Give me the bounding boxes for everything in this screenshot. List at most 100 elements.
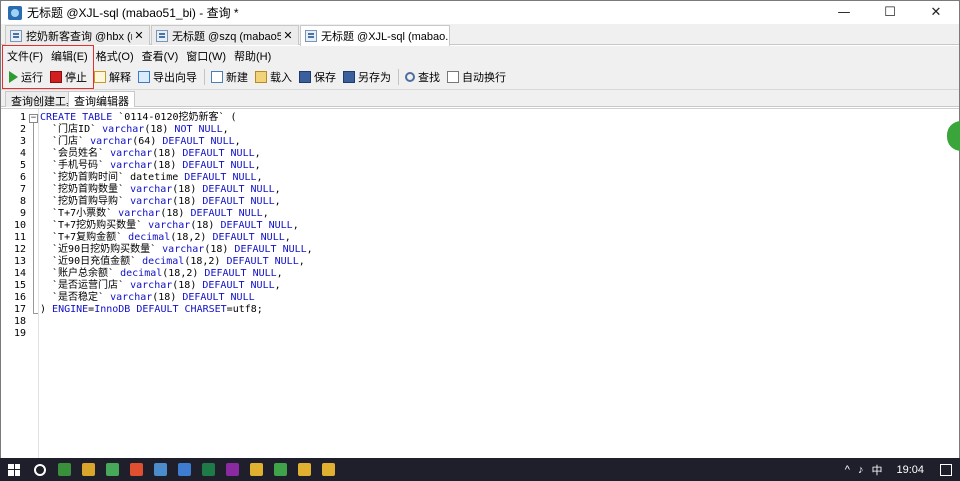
code-token: DEFAULT NULL: [220, 220, 293, 231]
tab-close-icon[interactable]: ✕: [281, 29, 295, 42]
maximize-button[interactable]: ☐: [867, 1, 913, 24]
code-token: `账户总余额`: [40, 268, 121, 279]
fold-toggle-icon[interactable]: −: [29, 114, 38, 123]
code-token: (18,2): [162, 268, 205, 279]
tab-query-szq[interactable]: 无标题 @szq (mabao51... ✕: [151, 25, 299, 45]
code-token: (64): [132, 136, 163, 147]
fold-guide: [33, 123, 34, 313]
code-line: `门店` varchar(64) DEFAULT NULL,: [40, 136, 241, 148]
line-number: 1: [19, 112, 26, 123]
code-line: `挖奶首购时间` datetime DEFAULT NULL,: [40, 172, 263, 184]
line-number: 8: [19, 196, 26, 207]
code-token: DEFAULT NULL: [202, 184, 275, 195]
ime-indicator[interactable]: 中: [871, 462, 882, 478]
line-number: 13: [13, 256, 26, 267]
code-token: DEFAULT CHARSET: [136, 304, 227, 315]
menu-window[interactable]: 窗口(W): [186, 48, 226, 64]
menu-view[interactable]: 查看(V): [142, 48, 179, 64]
tray-up-icon[interactable]: ^: [845, 464, 850, 476]
stop-button[interactable]: 停止: [50, 69, 87, 85]
menu-edit[interactable]: 编辑(E): [51, 48, 88, 64]
taskbar-app-icon[interactable]: [76, 458, 100, 481]
start-button[interactable]: [0, 458, 28, 481]
word-wrap-button[interactable]: 自动换行: [447, 69, 506, 85]
cortana-icon[interactable]: [28, 458, 52, 481]
code-token: `挖奶首购时间`: [40, 172, 131, 183]
find-button[interactable]: 查找: [405, 69, 440, 85]
code-token: ,: [254, 148, 261, 159]
code-token: DEFAULT NULL: [182, 292, 255, 303]
code-token: DEFAULT NULL: [212, 232, 285, 243]
taskbar-app-icon[interactable]: [52, 458, 76, 481]
code-token: `T+7复购金额`: [40, 232, 129, 243]
clock[interactable]: 19:04: [896, 464, 924, 476]
taskbar-app-icon[interactable]: [172, 458, 196, 481]
new-button[interactable]: 新建: [211, 69, 248, 85]
search-icon: [405, 72, 415, 82]
line-number: 12: [13, 244, 26, 255]
tab-query-hbx[interactable]: 挖奶新客查询 @hbx (m... ✕: [5, 25, 150, 45]
code-token: ,: [234, 136, 241, 147]
code-token: (18): [152, 292, 183, 303]
code-token: varchar: [110, 292, 153, 303]
code-token: varchar: [110, 160, 153, 171]
stop-label: 停止: [65, 72, 87, 84]
fold-guide-end: [33, 313, 38, 314]
wrap-label: 自动换行: [462, 72, 506, 84]
code-line: ) ENGINE=InnoDB DEFAULT CHARSET=utf8;: [40, 304, 263, 316]
code-token: CREATE TABLE: [40, 112, 119, 123]
taskbar-app-icon[interactable]: [124, 458, 148, 481]
speaker-icon[interactable]: ♪: [858, 464, 864, 476]
word-wrap-icon: [447, 71, 459, 83]
tab-query-editor[interactable]: 查询编辑器: [68, 91, 135, 108]
run-button[interactable]: 运行: [7, 69, 43, 85]
tab-query-xjl[interactable]: 无标题 @XJL-sql (mabao...: [300, 25, 450, 46]
menu-format[interactable]: 格式(O): [96, 48, 134, 64]
code-line: CREATE TABLE `0114-0120挖奶新客` (: [40, 112, 237, 124]
taskbar-app-icon[interactable]: [100, 458, 124, 481]
code-line: `账户总余额` decimal(18,2) DEFAULT NULL,: [40, 268, 283, 280]
code-token: datetime: [130, 172, 185, 183]
taskbar-app-icon[interactable]: [148, 458, 172, 481]
line-number: 14: [13, 268, 26, 279]
taskbar-app-icon[interactable]: [292, 458, 316, 481]
code-token: =utf8;: [226, 304, 263, 315]
taskbar-app-icon[interactable]: [196, 458, 220, 481]
code-token: (18,2): [170, 232, 213, 243]
menu-help[interactable]: 帮助(H): [234, 48, 271, 64]
code-token: ): [40, 304, 53, 315]
load-label: 载入: [270, 72, 292, 84]
navicat-window: 无标题 @XJL-sql (mabao51_bi) - 查询 * — ☐ ✕ 挖…: [0, 0, 960, 481]
code-line: `挖奶首购数量` varchar(18) DEFAULT NULL,: [40, 184, 281, 196]
sql-editor[interactable]: 1 2 3 4 5 6 7 8 9 10 11 12 13 14 15 16 17 18 19 − CREATE T…: [1, 108, 959, 458]
save-button[interactable]: 保存: [299, 69, 336, 85]
code-token: (18): [204, 244, 235, 255]
toolbar: 运行 停止 解释 导出向导 新建 载入 保存 另存为 查找 自动换行: [1, 65, 959, 90]
minimize-button[interactable]: —: [821, 1, 867, 24]
code-token: `门店ID`: [40, 124, 103, 135]
save-label: 保存: [314, 72, 336, 84]
explain-label: 解释: [109, 72, 131, 84]
load-button[interactable]: 载入: [255, 69, 292, 85]
notification-icon[interactable]: [940, 463, 952, 476]
explain-button[interactable]: 解释: [94, 69, 131, 85]
taskbar-app-icon[interactable]: [268, 458, 292, 481]
save-as-button[interactable]: 另存为: [343, 69, 391, 85]
close-button[interactable]: ✕: [913, 1, 959, 24]
taskbar-app-icon[interactable]: [220, 458, 244, 481]
export-label: 导出向导: [153, 72, 197, 84]
taskbar-app-icon[interactable]: [316, 458, 340, 481]
window-controls: — ☐ ✕: [821, 1, 959, 24]
export-wizard-button[interactable]: 导出向导: [138, 69, 197, 85]
code-token: decimal: [142, 256, 185, 267]
document-tab-bar: 挖奶新客查询 @hbx (m... ✕ 无标题 @szq (mabao51...…: [1, 24, 959, 46]
query-icon: [156, 29, 168, 42]
code-line: `T+7小票数` varchar(18) DEFAULT NULL,: [40, 208, 269, 220]
menu-file[interactable]: 文件(F): [7, 48, 43, 64]
tab-close-icon[interactable]: ✕: [132, 29, 146, 42]
code-token: decimal: [128, 232, 171, 243]
code-token: DEFAULT NULL: [234, 244, 307, 255]
save-icon: [299, 71, 311, 83]
code-token: ENGINE: [52, 304, 89, 315]
taskbar-app-icon[interactable]: [244, 458, 268, 481]
